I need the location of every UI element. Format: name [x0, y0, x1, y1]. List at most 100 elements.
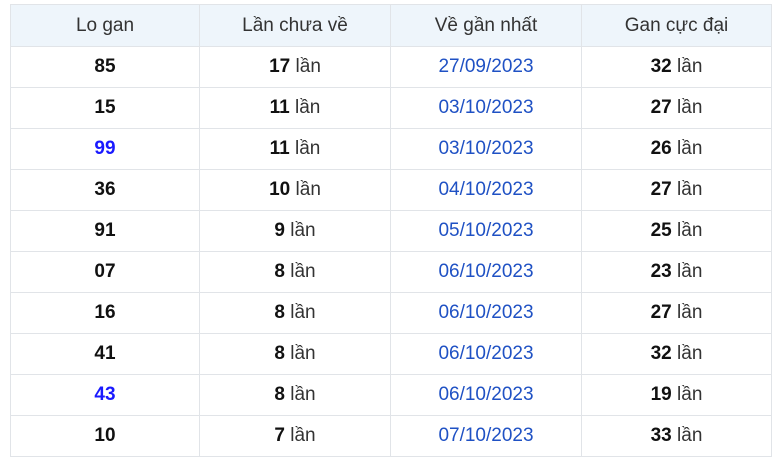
header-gan-cuc-dai: Gan cực đại: [581, 4, 772, 47]
max-gap-unit: lần: [677, 56, 703, 77]
table-row: 07 8 lần 06/10/2023 23 lần: [10, 251, 772, 293]
missed-count-cell: 11 lần: [199, 128, 391, 170]
max-gap-cell: 32 lần: [581, 46, 772, 88]
max-gap-cell: 33 lần: [581, 415, 772, 457]
max-gap-cell: 19 lần: [581, 374, 772, 416]
last-date-cell: 07/10/2023: [390, 415, 582, 457]
max-gap-cell: 32 lần: [581, 333, 772, 375]
max-gap-count: 25: [650, 220, 672, 241]
missed-count: 17: [269, 56, 291, 77]
max-gap-count: 19: [650, 384, 672, 405]
missed-count-cell: 7 lần: [199, 415, 391, 457]
max-gap-count: 27: [650, 302, 672, 323]
missed-unit: lần: [290, 343, 316, 364]
max-gap-unit: lần: [677, 384, 703, 405]
table-row: 41 8 lần 06/10/2023 32 lần: [10, 333, 772, 375]
last-date-cell: 06/10/2023: [390, 292, 582, 334]
max-gap-unit: lần: [677, 97, 703, 118]
lo-number: 85: [94, 56, 116, 77]
missed-unit: lần: [290, 425, 316, 446]
lo-number-cell: 10: [10, 415, 200, 457]
max-gap-unit: lần: [677, 261, 703, 282]
max-gap-cell: 27 lần: [581, 169, 772, 211]
lo-number: 07: [94, 261, 116, 282]
max-gap-count: 32: [650, 56, 672, 77]
missed-unit: lần: [295, 179, 321, 200]
last-date: 06/10/2023: [438, 343, 534, 364]
max-gap-cell: 25 lần: [581, 210, 772, 252]
table-row: 10 7 lần 07/10/2023 33 lần: [10, 415, 772, 457]
missed-count-cell: 8 lần: [199, 374, 391, 416]
max-gap-unit: lần: [677, 179, 703, 200]
last-date: 06/10/2023: [438, 302, 534, 323]
missed-unit: lần: [290, 302, 316, 323]
missed-count: 8: [274, 343, 285, 364]
last-date-cell: 03/10/2023: [390, 128, 582, 170]
lo-number-cell: 15: [10, 87, 200, 129]
last-date-cell: 03/10/2023: [390, 87, 582, 129]
missed-count-cell: 17 lần: [199, 46, 391, 88]
max-gap-unit: lần: [677, 425, 703, 446]
last-date: 03/10/2023: [438, 138, 534, 159]
last-date: 04/10/2023: [438, 179, 534, 200]
lo-number: 43: [94, 384, 116, 405]
max-gap-count: 33: [650, 425, 672, 446]
missed-count-cell: 9 lần: [199, 210, 391, 252]
missed-count-cell: 11 lần: [199, 87, 391, 129]
table-row: 15 11 lần 03/10/2023 27 lần: [10, 87, 772, 129]
last-date-cell: 04/10/2023: [390, 169, 582, 211]
missed-count-cell: 8 lần: [199, 292, 391, 334]
max-gap-count: 32: [650, 343, 672, 364]
lo-number-cell: 16: [10, 292, 200, 334]
lo-number: 99: [94, 138, 116, 159]
table-row: 36 10 lần 04/10/2023 27 lần: [10, 169, 772, 211]
lo-number: 15: [94, 97, 116, 118]
last-date-cell: 06/10/2023: [390, 333, 582, 375]
last-date-cell: 06/10/2023: [390, 251, 582, 293]
lo-number-cell: 36: [10, 169, 200, 211]
lo-number: 91: [94, 220, 116, 241]
max-gap-unit: lần: [677, 220, 703, 241]
last-date: 05/10/2023: [438, 220, 534, 241]
missed-count: 11: [269, 138, 290, 159]
max-gap-cell: 27 lần: [581, 87, 772, 129]
missed-count-cell: 8 lần: [199, 251, 391, 293]
missed-count: 11: [269, 97, 290, 118]
table-body: 85 17 lần 27/09/2023 32 lần 15 11 lần 03/10/20…: [10, 46, 772, 457]
max-gap-unit: lần: [677, 343, 703, 364]
last-date-cell: 06/10/2023: [390, 374, 582, 416]
max-gap-count: 27: [650, 179, 672, 200]
table-row: 85 17 lần 27/09/2023 32 lần: [10, 46, 772, 88]
lo-number-cell: 43: [10, 374, 200, 416]
table-row: 43 8 lần 06/10/2023 19 lần: [10, 374, 772, 416]
last-date-cell: 05/10/2023: [390, 210, 582, 252]
missed-count-cell: 8 lần: [199, 333, 391, 375]
lo-gan-table: Lo gan Lần chưa về Về gần nhất Gan cực đ…: [10, 4, 772, 457]
lo-number: 41: [94, 343, 116, 364]
max-gap-unit: lần: [677, 302, 703, 323]
max-gap-count: 26: [650, 138, 672, 159]
missed-count: 9: [274, 220, 285, 241]
table-row: 99 11 lần 03/10/2023 26 lần: [10, 128, 772, 170]
header-lo-gan: Lo gan: [10, 4, 200, 47]
missed-unit: lần: [295, 138, 321, 159]
lo-number-cell: 85: [10, 46, 200, 88]
lo-number-cell: 41: [10, 333, 200, 375]
missed-unit: lần: [290, 261, 316, 282]
last-date: 27/09/2023: [438, 56, 534, 77]
table-row: 91 9 lần 05/10/2023 25 lần: [10, 210, 772, 252]
max-gap-cell: 23 lần: [581, 251, 772, 293]
max-gap-cell: 27 lần: [581, 292, 772, 334]
lo-number: 10: [94, 425, 116, 446]
last-date: 06/10/2023: [438, 261, 534, 282]
missed-count: 8: [274, 261, 285, 282]
last-date: 03/10/2023: [438, 97, 534, 118]
last-date-cell: 27/09/2023: [390, 46, 582, 88]
missed-count: 10: [269, 179, 291, 200]
lo-number-cell: 91: [10, 210, 200, 252]
table-header: Lo gan Lần chưa về Về gần nhất Gan cực đ…: [10, 4, 772, 47]
max-gap-count: 27: [650, 97, 672, 118]
missed-unit: lần: [295, 56, 321, 77]
missed-unit: lần: [290, 220, 316, 241]
missed-unit: lần: [290, 384, 316, 405]
